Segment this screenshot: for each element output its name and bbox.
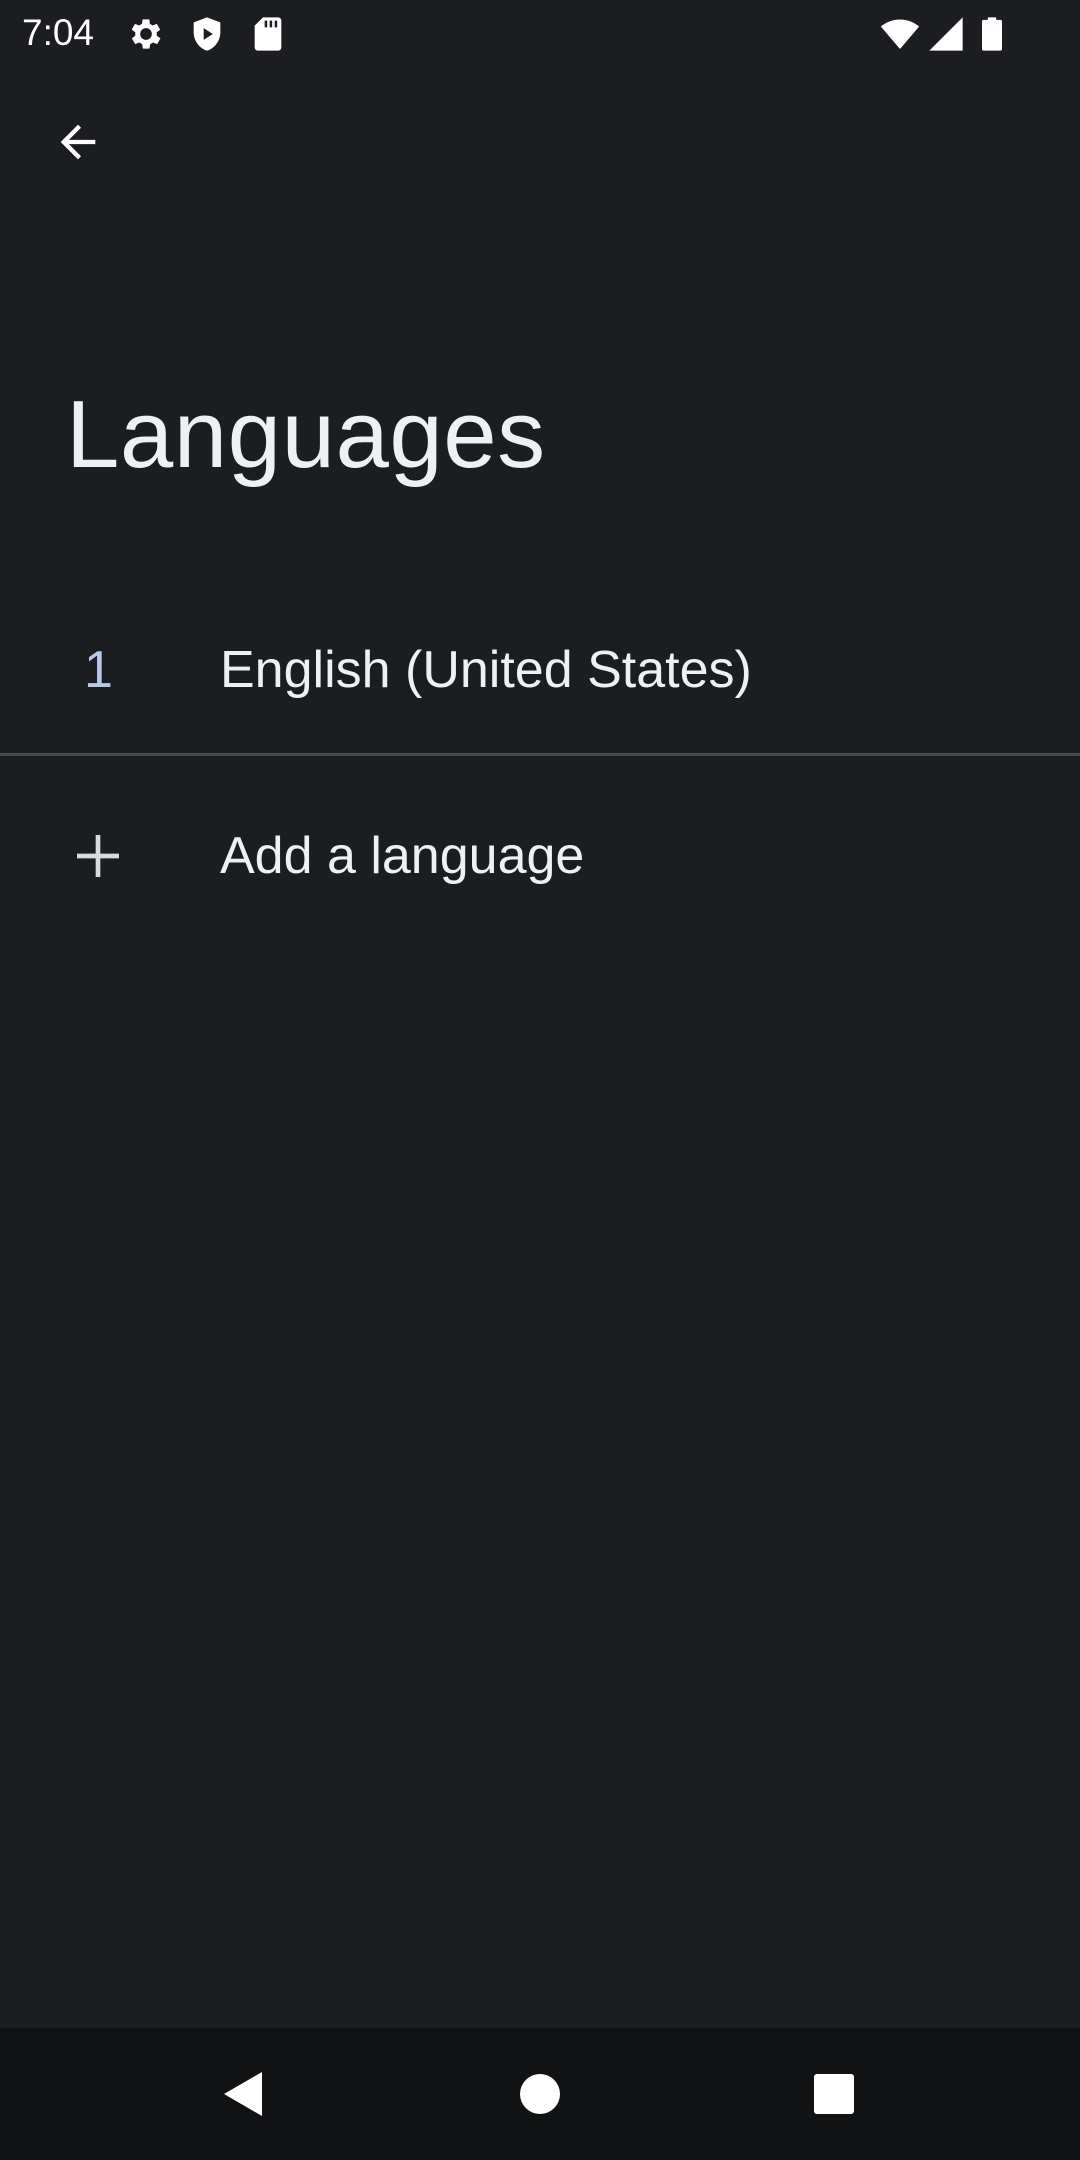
nav-home-button[interactable] — [500, 2054, 580, 2134]
cell-signal-icon — [926, 14, 966, 54]
recents-square-icon — [814, 2074, 854, 2114]
languages-screen: 7:04 Languages 1 English (United States) — [0, 0, 1080, 2160]
arrow-back-icon — [60, 124, 96, 160]
wifi-icon — [880, 14, 920, 54]
nav-recents-button[interactable] — [794, 2054, 874, 2134]
back-button[interactable] — [36, 100, 120, 184]
status-bar: 7:04 — [0, 0, 1080, 66]
language-item[interactable]: 1 English (United States) — [0, 594, 1080, 754]
plus-icon — [70, 828, 126, 884]
sd-card-icon — [248, 14, 288, 54]
language-order-number: 1 — [84, 641, 113, 699]
add-language-button[interactable]: Add a language — [0, 756, 1080, 956]
battery-icon — [972, 14, 1012, 54]
navigation-bar — [0, 2028, 1080, 2160]
add-language-label: Add a language — [220, 827, 585, 885]
page-title: Languages — [66, 381, 546, 488]
nav-back-button[interactable] — [204, 2054, 284, 2134]
home-circle-icon — [520, 2074, 560, 2114]
status-time: 7:04 — [22, 12, 95, 53]
shield-play-icon — [187, 14, 227, 54]
back-triangle-icon — [224, 2072, 262, 2116]
language-name: English (United States) — [220, 641, 752, 699]
gear-icon — [126, 14, 166, 54]
